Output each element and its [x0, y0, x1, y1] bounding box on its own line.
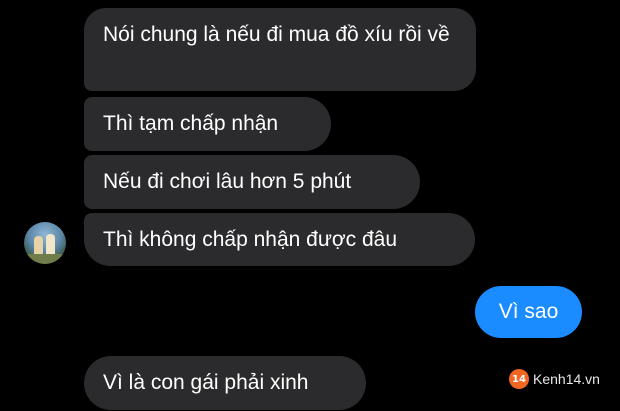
kenh14-logo-icon: 14 — [509, 369, 529, 389]
message-bubble-received[interactable]: Nói chung là nếu đi mua đồ xíu rồi về — [84, 8, 476, 91]
kenh14-watermark: 14 Kenh14.vn — [509, 369, 600, 389]
message-text: Vì là con gái phải xinh — [103, 371, 309, 394]
message-bubble-sent[interactable]: Vì sao — [475, 286, 582, 338]
contact-avatar[interactable] — [24, 222, 66, 264]
message-text: Nói chung là nếu đi mua đồ xíu rồi về — [103, 23, 450, 46]
message-bubble-received[interactable]: Thì tạm chấp nhận — [84, 97, 331, 151]
message-bubble-received[interactable]: Vì là con gái phải xinh — [84, 356, 366, 410]
message-text: Thì tạm chấp nhận — [103, 112, 279, 135]
message-text: Thì không chấp nhận được đâu — [103, 227, 398, 251]
message-text: Vì sao — [498, 300, 559, 323]
message-bubble-received[interactable]: Nếu đi chơi lâu hơn 5 phút — [84, 155, 420, 209]
message-bubble-received[interactable]: Thì không chấp nhận được đâu — [84, 213, 475, 266]
message-text: Nếu đi chơi lâu hơn 5 phút — [103, 170, 352, 193]
watermark-text: Kenh14.vn — [533, 371, 600, 387]
